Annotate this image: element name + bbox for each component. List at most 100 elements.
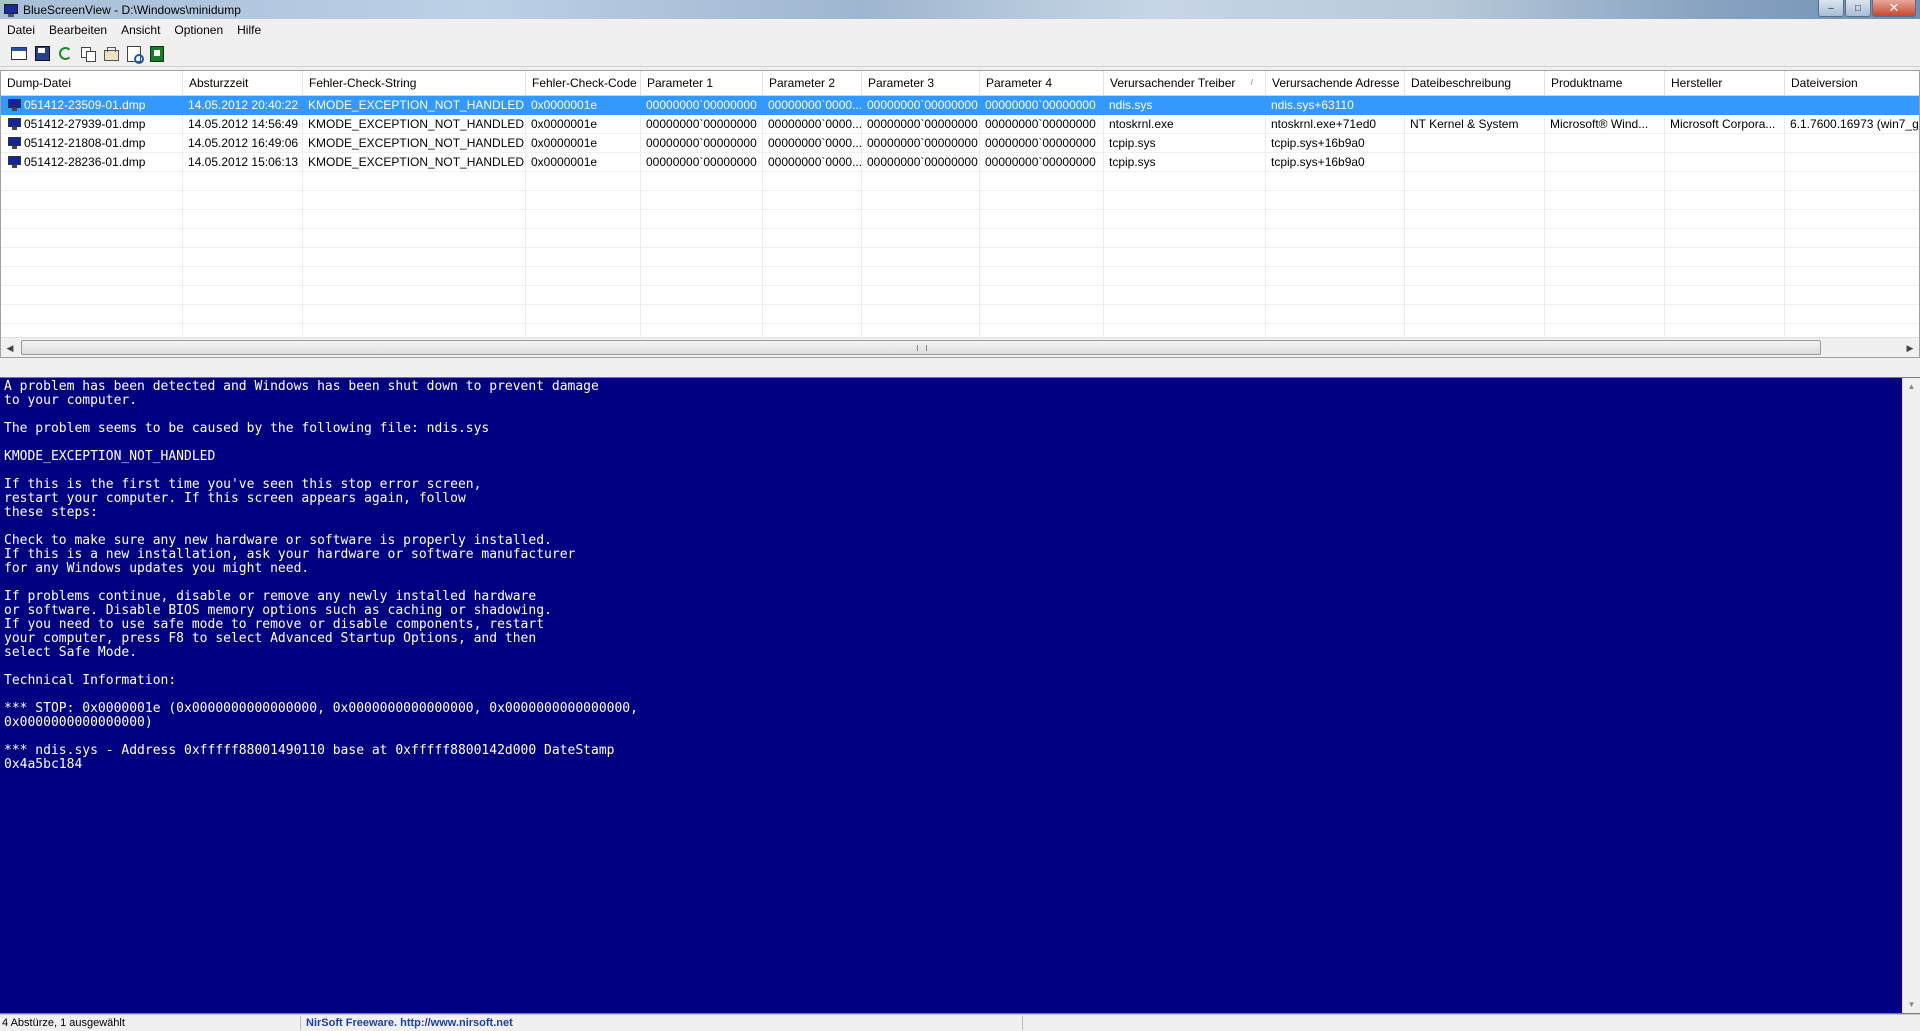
save-button[interactable]: [33, 45, 51, 63]
properties-icon: [11, 47, 27, 60]
scrollbar-thumb[interactable]: [21, 340, 1821, 355]
menu-bearbeiten[interactable]: Bearbeiten: [42, 23, 114, 37]
cell-dateiversion: [1785, 134, 1919, 153]
cell-hersteller: [1665, 96, 1785, 115]
grip-icon: [917, 345, 927, 351]
find-button[interactable]: [125, 45, 144, 64]
cell-dump-datei: 051412-27939-01.dmp: [24, 117, 146, 131]
table-row[interactable]: 051412-28236-01.dmp 14.05.2012 15:06:13 …: [1, 153, 1919, 172]
cell-hersteller: [1665, 153, 1785, 172]
column-parameter-3[interactable]: Parameter 3: [862, 71, 980, 95]
column-parameter-1[interactable]: Parameter 1: [641, 71, 763, 95]
menu-ansicht[interactable]: Ansicht: [114, 23, 167, 37]
cell-fehler-check-string: KMODE_EXCEPTION_NOT_HANDLED: [308, 98, 525, 112]
column-parameter-4[interactable]: Parameter 4: [980, 71, 1104, 95]
column-dateiversion[interactable]: Dateiversion: [1785, 71, 1919, 95]
cell-dump-datei: 051412-23509-01.dmp: [24, 98, 146, 112]
maximize-button[interactable]: □: [1845, 0, 1871, 17]
cell-dateibeschreibung: [1405, 96, 1545, 115]
bluescreen-preview: A problem has been detected and Windows …: [0, 377, 1920, 1014]
cell-produktname: [1545, 134, 1665, 153]
minimize-button[interactable]: –: [1818, 0, 1844, 17]
menu-hilfe[interactable]: Hilfe: [230, 23, 268, 37]
status-bar: 4 Abstürze, 1 ausgewählt NirSoft Freewar…: [0, 1014, 1920, 1031]
cell-parameter-2: 00000000`0000...: [768, 98, 862, 112]
cell-dateibeschreibung: [1405, 153, 1545, 172]
table-row[interactable]: 051412-21808-01.dmp 14.05.2012 16:49:06 …: [1, 134, 1919, 153]
table-row[interactable]: 051412-23509-01.dmp 14.05.2012 20:40:22 …: [1, 96, 1919, 115]
cell-parameter-4: 00000000`00000000: [985, 155, 1096, 169]
cell-parameter-1: 00000000`00000000: [646, 155, 757, 169]
column-absturzzeit[interactable]: Absturzzeit: [183, 71, 303, 95]
cell-dateiversion: 6.1.7600.16973 (win7_gdr: [1790, 117, 1920, 131]
column-dateibeschreibung[interactable]: Dateibeschreibung: [1405, 71, 1545, 95]
toolbar: [0, 41, 1920, 67]
nirsoft-link[interactable]: NirSoft Freeware. http://www.nirsoft.net: [306, 1017, 513, 1029]
status-divider: [300, 1016, 301, 1030]
column-fehler-check-string[interactable]: Fehler-Check-String: [303, 71, 526, 95]
cell-parameter-3: 00000000`00000000: [867, 98, 978, 112]
list-header: Dump-Datei Absturzzeit Fehler-Check-Stri…: [1, 71, 1919, 96]
html-report-icon: [104, 47, 119, 61]
cell-parameter-2: 00000000`0000...: [768, 136, 862, 150]
cell-parameter-1: 00000000`00000000: [646, 98, 757, 112]
cell-dateiversion: [1785, 153, 1919, 172]
cell-produktname: [1545, 96, 1665, 115]
copy-icon: [81, 46, 96, 62]
column-verursachender-treiber[interactable]: Verursachender Treiber /: [1104, 71, 1266, 95]
cell-adresse: ntoskrnl.exe+71ed0: [1271, 117, 1377, 131]
close-button[interactable]: ✕: [1872, 0, 1916, 17]
cell-parameter-4: 00000000`00000000: [985, 136, 1096, 150]
cell-parameter-4: 00000000`00000000: [985, 117, 1096, 131]
column-parameter-2[interactable]: Parameter 2: [763, 71, 862, 95]
cell-adresse: tcpip.sys+16b9a0: [1271, 155, 1365, 169]
scroll-down-icon[interactable]: ▼: [1903, 996, 1920, 1013]
cell-dateibeschreibung: NT Kernel & System: [1410, 117, 1519, 131]
cell-parameter-2: 00000000`0000...: [768, 155, 862, 169]
column-dump-datei[interactable]: Dump-Datei: [1, 71, 183, 95]
cell-produktname: [1545, 153, 1665, 172]
column-verursachende-adresse[interactable]: Verursachende Adresse: [1266, 71, 1405, 95]
cell-absturzzeit: 14.05.2012 14:56:49: [188, 117, 299, 131]
menu-optionen[interactable]: Optionen: [167, 23, 230, 37]
vertical-scrollbar[interactable]: ▲ ▼: [1902, 378, 1920, 1013]
cell-treiber: tcpip.sys: [1109, 155, 1156, 169]
cell-parameter-3: 00000000`00000000: [867, 136, 978, 150]
cell-produktname: Microsoft® Wind...: [1550, 117, 1649, 131]
cell-adresse: tcpip.sys+16b9a0: [1271, 136, 1365, 150]
exit-button[interactable]: [148, 45, 166, 63]
app-icon: [4, 3, 18, 17]
status-count: 4 Abstürze, 1 ausgewählt: [2, 1017, 125, 1029]
cell-parameter-1: 00000000`00000000: [646, 136, 757, 150]
cell-hersteller: Microsoft Corpora...: [1670, 117, 1776, 131]
cell-fehler-check-code: 0x0000001e: [531, 98, 598, 112]
list-body: 051412-23509-01.dmp 14.05.2012 20:40:22 …: [1, 96, 1920, 343]
cell-adresse: ndis.sys+63110: [1271, 98, 1354, 112]
menu-bar: Datei Bearbeiten Ansicht Optionen Hilfe: [0, 19, 1920, 41]
refresh-button[interactable]: [56, 45, 74, 63]
column-produktname[interactable]: Produktname: [1545, 71, 1665, 95]
bluescreen-text: A problem has been detected and Windows …: [4, 379, 638, 772]
menu-datei[interactable]: Datei: [0, 23, 42, 37]
cell-treiber: tcpip.sys: [1109, 136, 1156, 150]
cell-hersteller: [1665, 134, 1785, 153]
scroll-left-icon[interactable]: ◀: [1, 338, 19, 357]
cell-fehler-check-string: KMODE_EXCEPTION_NOT_HANDLED: [308, 136, 525, 150]
cell-parameter-2: 00000000`0000...: [768, 117, 862, 131]
html-report-button[interactable]: [102, 45, 120, 63]
cell-fehler-check-code: 0x0000001e: [531, 117, 598, 131]
scroll-right-icon[interactable]: ▶: [1901, 338, 1919, 357]
scroll-up-icon[interactable]: ▲: [1903, 378, 1920, 395]
sort-indicator: /: [1250, 78, 1253, 87]
column-fehler-check-code[interactable]: Fehler-Check-Code: [526, 71, 641, 95]
status-divider: [1022, 1016, 1023, 1030]
column-hersteller[interactable]: Hersteller: [1665, 71, 1785, 95]
refresh-icon: [58, 47, 72, 60]
cell-dateibeschreibung: [1405, 134, 1545, 153]
properties-button[interactable]: [10, 45, 28, 63]
cell-parameter-3: 00000000`00000000: [867, 155, 978, 169]
cell-fehler-check-code: 0x0000001e: [531, 155, 598, 169]
table-row[interactable]: 051412-27939-01.dmp 14.05.2012 14:56:49 …: [1, 115, 1920, 134]
horizontal-scrollbar[interactable]: ◀ ▶: [1, 337, 1919, 357]
copy-button[interactable]: [79, 45, 97, 63]
